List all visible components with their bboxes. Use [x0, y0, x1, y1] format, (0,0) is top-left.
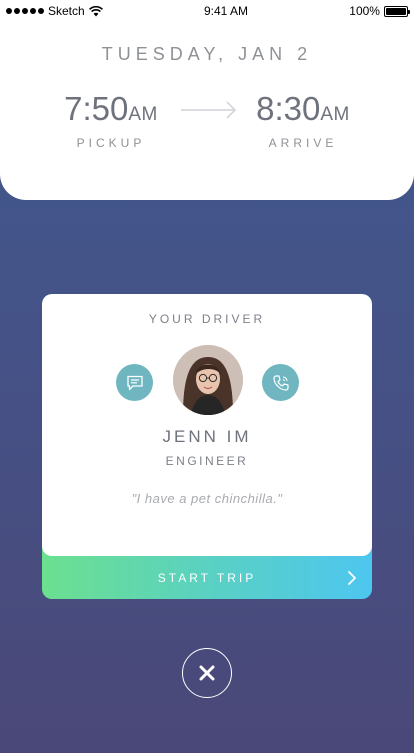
arrive-block: 8:30AM ARRIVE [244, 90, 362, 150]
status-bar: Sketch 9:41 AM 100% [0, 0, 414, 22]
driver-avatar [173, 345, 243, 415]
status-time: 9:41 AM [203, 4, 248, 18]
status-right: 100% [349, 4, 410, 18]
chevron-right-icon [348, 571, 357, 585]
chat-bubble-icon [126, 375, 143, 390]
arrive-time-value: 8:30 [256, 90, 321, 127]
phone-icon [272, 374, 289, 391]
arrive-time: 8:30AM [244, 90, 362, 128]
driver-card: YOUR DRIVER JENN IM ENGINEER "I have a p… [42, 294, 372, 599]
pickup-time: 7:50AM [52, 90, 170, 128]
pickup-block: 7:50AM PICKUP [52, 90, 170, 150]
pickup-ampm: AM [128, 104, 158, 125]
signal-dots-icon [6, 8, 44, 14]
driver-quote: "I have a pet chinchilla." [131, 491, 283, 506]
pickup-label: PICKUP [76, 136, 146, 150]
driver-card-body: YOUR DRIVER JENN IM ENGINEER "I have a p… [42, 294, 372, 556]
arrow-right-icon [181, 101, 237, 119]
driver-title: ENGINEER [165, 454, 249, 468]
trip-date: TUESDAY, JAN 2 [101, 44, 313, 64]
message-driver-button[interactable] [116, 364, 153, 401]
status-left: Sketch [6, 4, 103, 18]
battery-percent: 100% [349, 4, 380, 18]
arrive-ampm: AM [320, 104, 350, 125]
trip-schedule-card: TUESDAY, JAN 2 7:50AM PICKUP 8:30AM ARRI… [0, 0, 414, 200]
call-driver-button[interactable] [262, 364, 299, 401]
driver-heading: YOUR DRIVER [148, 312, 266, 326]
start-trip-button[interactable]: START TRIP [42, 556, 372, 599]
close-icon [199, 665, 215, 681]
pickup-time-value: 7:50 [64, 90, 129, 127]
driver-photo [173, 345, 243, 415]
wifi-icon [88, 5, 103, 16]
close-button[interactable] [182, 648, 232, 698]
arrive-label: ARRIVE [268, 136, 338, 150]
battery-icon [383, 5, 410, 17]
start-trip-label: START TRIP [157, 570, 257, 585]
driver-name: JENN IM [162, 427, 252, 446]
carrier-name: Sketch [48, 4, 85, 18]
